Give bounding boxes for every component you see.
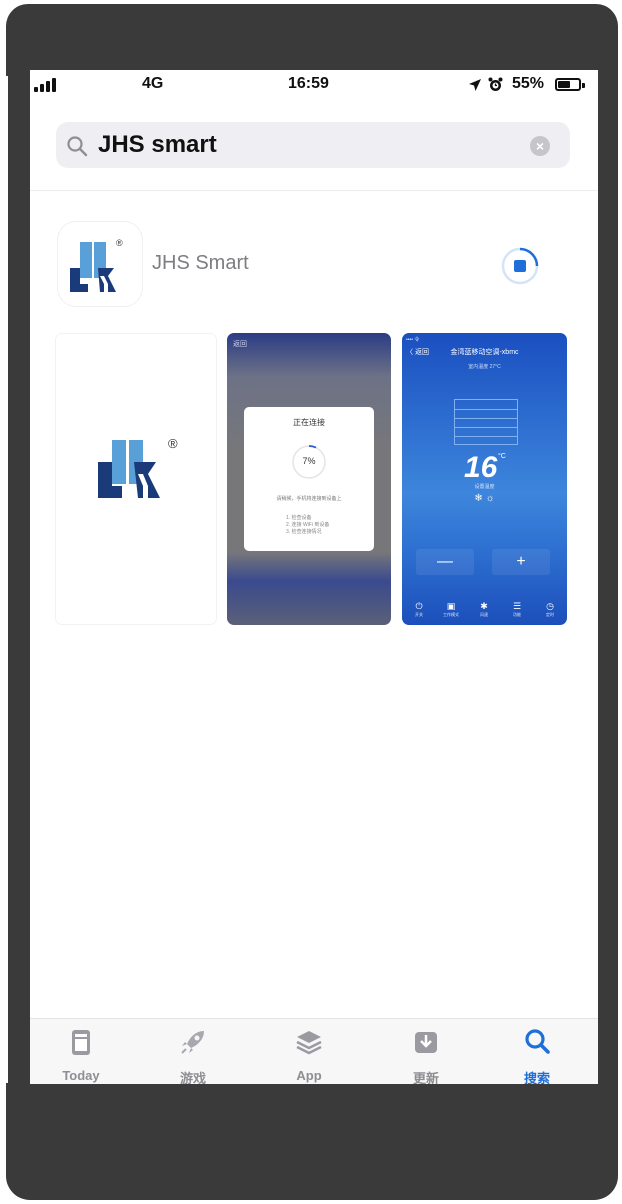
plus-button: + bbox=[492, 549, 550, 575]
minus-button: — bbox=[416, 549, 474, 575]
bar-label: 风速 bbox=[480, 612, 488, 617]
tab-label: 游戏 bbox=[179, 1071, 206, 1084]
tab-label: Today bbox=[62, 1068, 100, 1083]
clock: 16:59 bbox=[288, 75, 329, 92]
connecting-dialog: 正在连接 7% 请稍候，手机将连接到设备上 1. 检查设备 2. 连接 WiFi… bbox=[244, 407, 374, 551]
temperature-unit: °C bbox=[498, 453, 506, 460]
menu-icon: ☰ bbox=[512, 601, 522, 611]
step-item: 1. 检查设备 bbox=[286, 515, 312, 521]
screenshot-connecting[interactable]: 返回 正在连接 7% 请稍候，手机将连接到设备上 1. 检查设备 2. 连接 W… bbox=[227, 333, 391, 625]
svg-text:®: ® bbox=[116, 238, 123, 248]
ac-unit-icon bbox=[454, 399, 518, 445]
phone-bezel-right bbox=[598, 60, 618, 1100]
clear-icon[interactable]: × bbox=[530, 136, 550, 156]
screenshot-controller[interactable]: •••• 令 〈 返回 金湾蓝移动空调-xbmc 室内温度 27°C 16 °C… bbox=[402, 333, 567, 625]
tab-bar: Today 游戏 App 更新 搜索 bbox=[30, 1018, 598, 1084]
app-store-screen: 4G 16:59 55% JHS smart × ® JHS Smart ® 返… bbox=[30, 70, 598, 1084]
set-temperature: 16 bbox=[464, 451, 498, 484]
dialog-title: 正在连接 bbox=[293, 418, 325, 427]
phone-bezel-top bbox=[6, 4, 618, 76]
carrier-label: 4G bbox=[142, 75, 164, 92]
bar-label: 开关 bbox=[415, 612, 423, 617]
timer-item: ◷ 定时 bbox=[535, 601, 565, 618]
mode-label: 设置温度 bbox=[474, 484, 495, 490]
app-icon[interactable]: ® bbox=[58, 222, 142, 306]
jhs-logo: ® bbox=[70, 238, 123, 292]
search-field[interactable]: JHS smart × bbox=[56, 122, 570, 168]
step-item: 2. 连接 WiFi 到设备 bbox=[286, 522, 330, 528]
tab-search[interactable]: 搜索 bbox=[492, 1019, 582, 1084]
device-title: 金湾蓝移动空调-xbmc bbox=[450, 349, 519, 356]
alarm-icon bbox=[488, 77, 503, 91]
controller-bottom-bar: ⏻ 开关 ▣ 工作模式 ✱ 风速 ☰ 功能 ◷ 定时 bbox=[402, 601, 567, 625]
dialog-steps: 1. 检查设备 2. 连接 WiFi 到设备 3. 检查连接情况 bbox=[286, 515, 329, 536]
step-item: 3. 检查连接情况 bbox=[286, 529, 322, 535]
phone-bezel-left bbox=[8, 60, 30, 1100]
phone-bezel-bottom bbox=[6, 1083, 618, 1200]
tab-games[interactable]: 游戏 bbox=[148, 1019, 238, 1084]
apps-stack-icon bbox=[296, 1031, 322, 1055]
rocket-icon bbox=[181, 1031, 204, 1054]
app-name[interactable]: JHS Smart bbox=[152, 252, 249, 275]
function-item: ☰ 功能 bbox=[502, 601, 532, 618]
mode-icon: ▣ bbox=[446, 601, 456, 611]
signal-icon bbox=[34, 78, 58, 92]
tab-apps[interactable]: App bbox=[264, 1019, 354, 1084]
svg-text:®: ® bbox=[168, 436, 178, 451]
tab-label: 搜索 bbox=[523, 1071, 550, 1084]
power-icon: ⏻ bbox=[415, 601, 423, 611]
today-icon bbox=[72, 1030, 90, 1055]
search-icon bbox=[525, 1029, 550, 1054]
fan-icon: ✱ bbox=[480, 601, 488, 611]
jhs-logo: ® bbox=[98, 436, 178, 498]
updates-icon bbox=[415, 1032, 437, 1053]
battery-percent: 55% bbox=[512, 75, 545, 92]
status-bar: 4G 16:59 55% bbox=[30, 70, 598, 100]
power-item: ⏻ 开关 bbox=[404, 601, 434, 618]
location-icon bbox=[469, 79, 481, 91]
mode-item: ▣ 工作模式 bbox=[436, 601, 466, 618]
tab-today[interactable]: Today bbox=[36, 1019, 126, 1084]
screenshot-status: •••• 令 bbox=[406, 337, 420, 343]
progress-percent: 7% bbox=[302, 456, 316, 466]
bar-label: 工作模式 bbox=[443, 612, 459, 617]
divider bbox=[30, 190, 598, 191]
mode-icons: ❄ ☼ bbox=[474, 493, 495, 504]
screenshot-logo[interactable]: ® bbox=[56, 334, 216, 624]
bar-label: 定时 bbox=[546, 612, 554, 617]
dialog-message: 请稍候，手机将连接到设备上 bbox=[276, 496, 342, 502]
search-icon bbox=[67, 136, 88, 157]
download-progress-button[interactable] bbox=[500, 246, 540, 286]
clock-icon: ◷ bbox=[546, 601, 554, 611]
tab-label: App bbox=[296, 1068, 322, 1083]
bar-label: 功能 bbox=[513, 612, 521, 617]
battery-icon bbox=[555, 78, 585, 91]
tab-label: 更新 bbox=[412, 1071, 439, 1084]
fan-item: ✱ 风速 bbox=[469, 601, 499, 618]
room-temp: 室内温度 27°C bbox=[468, 364, 501, 370]
search-query[interactable]: JHS smart bbox=[98, 131, 217, 159]
screenshot-header: 返回 bbox=[233, 341, 247, 348]
tab-updates[interactable]: 更新 bbox=[381, 1019, 471, 1084]
